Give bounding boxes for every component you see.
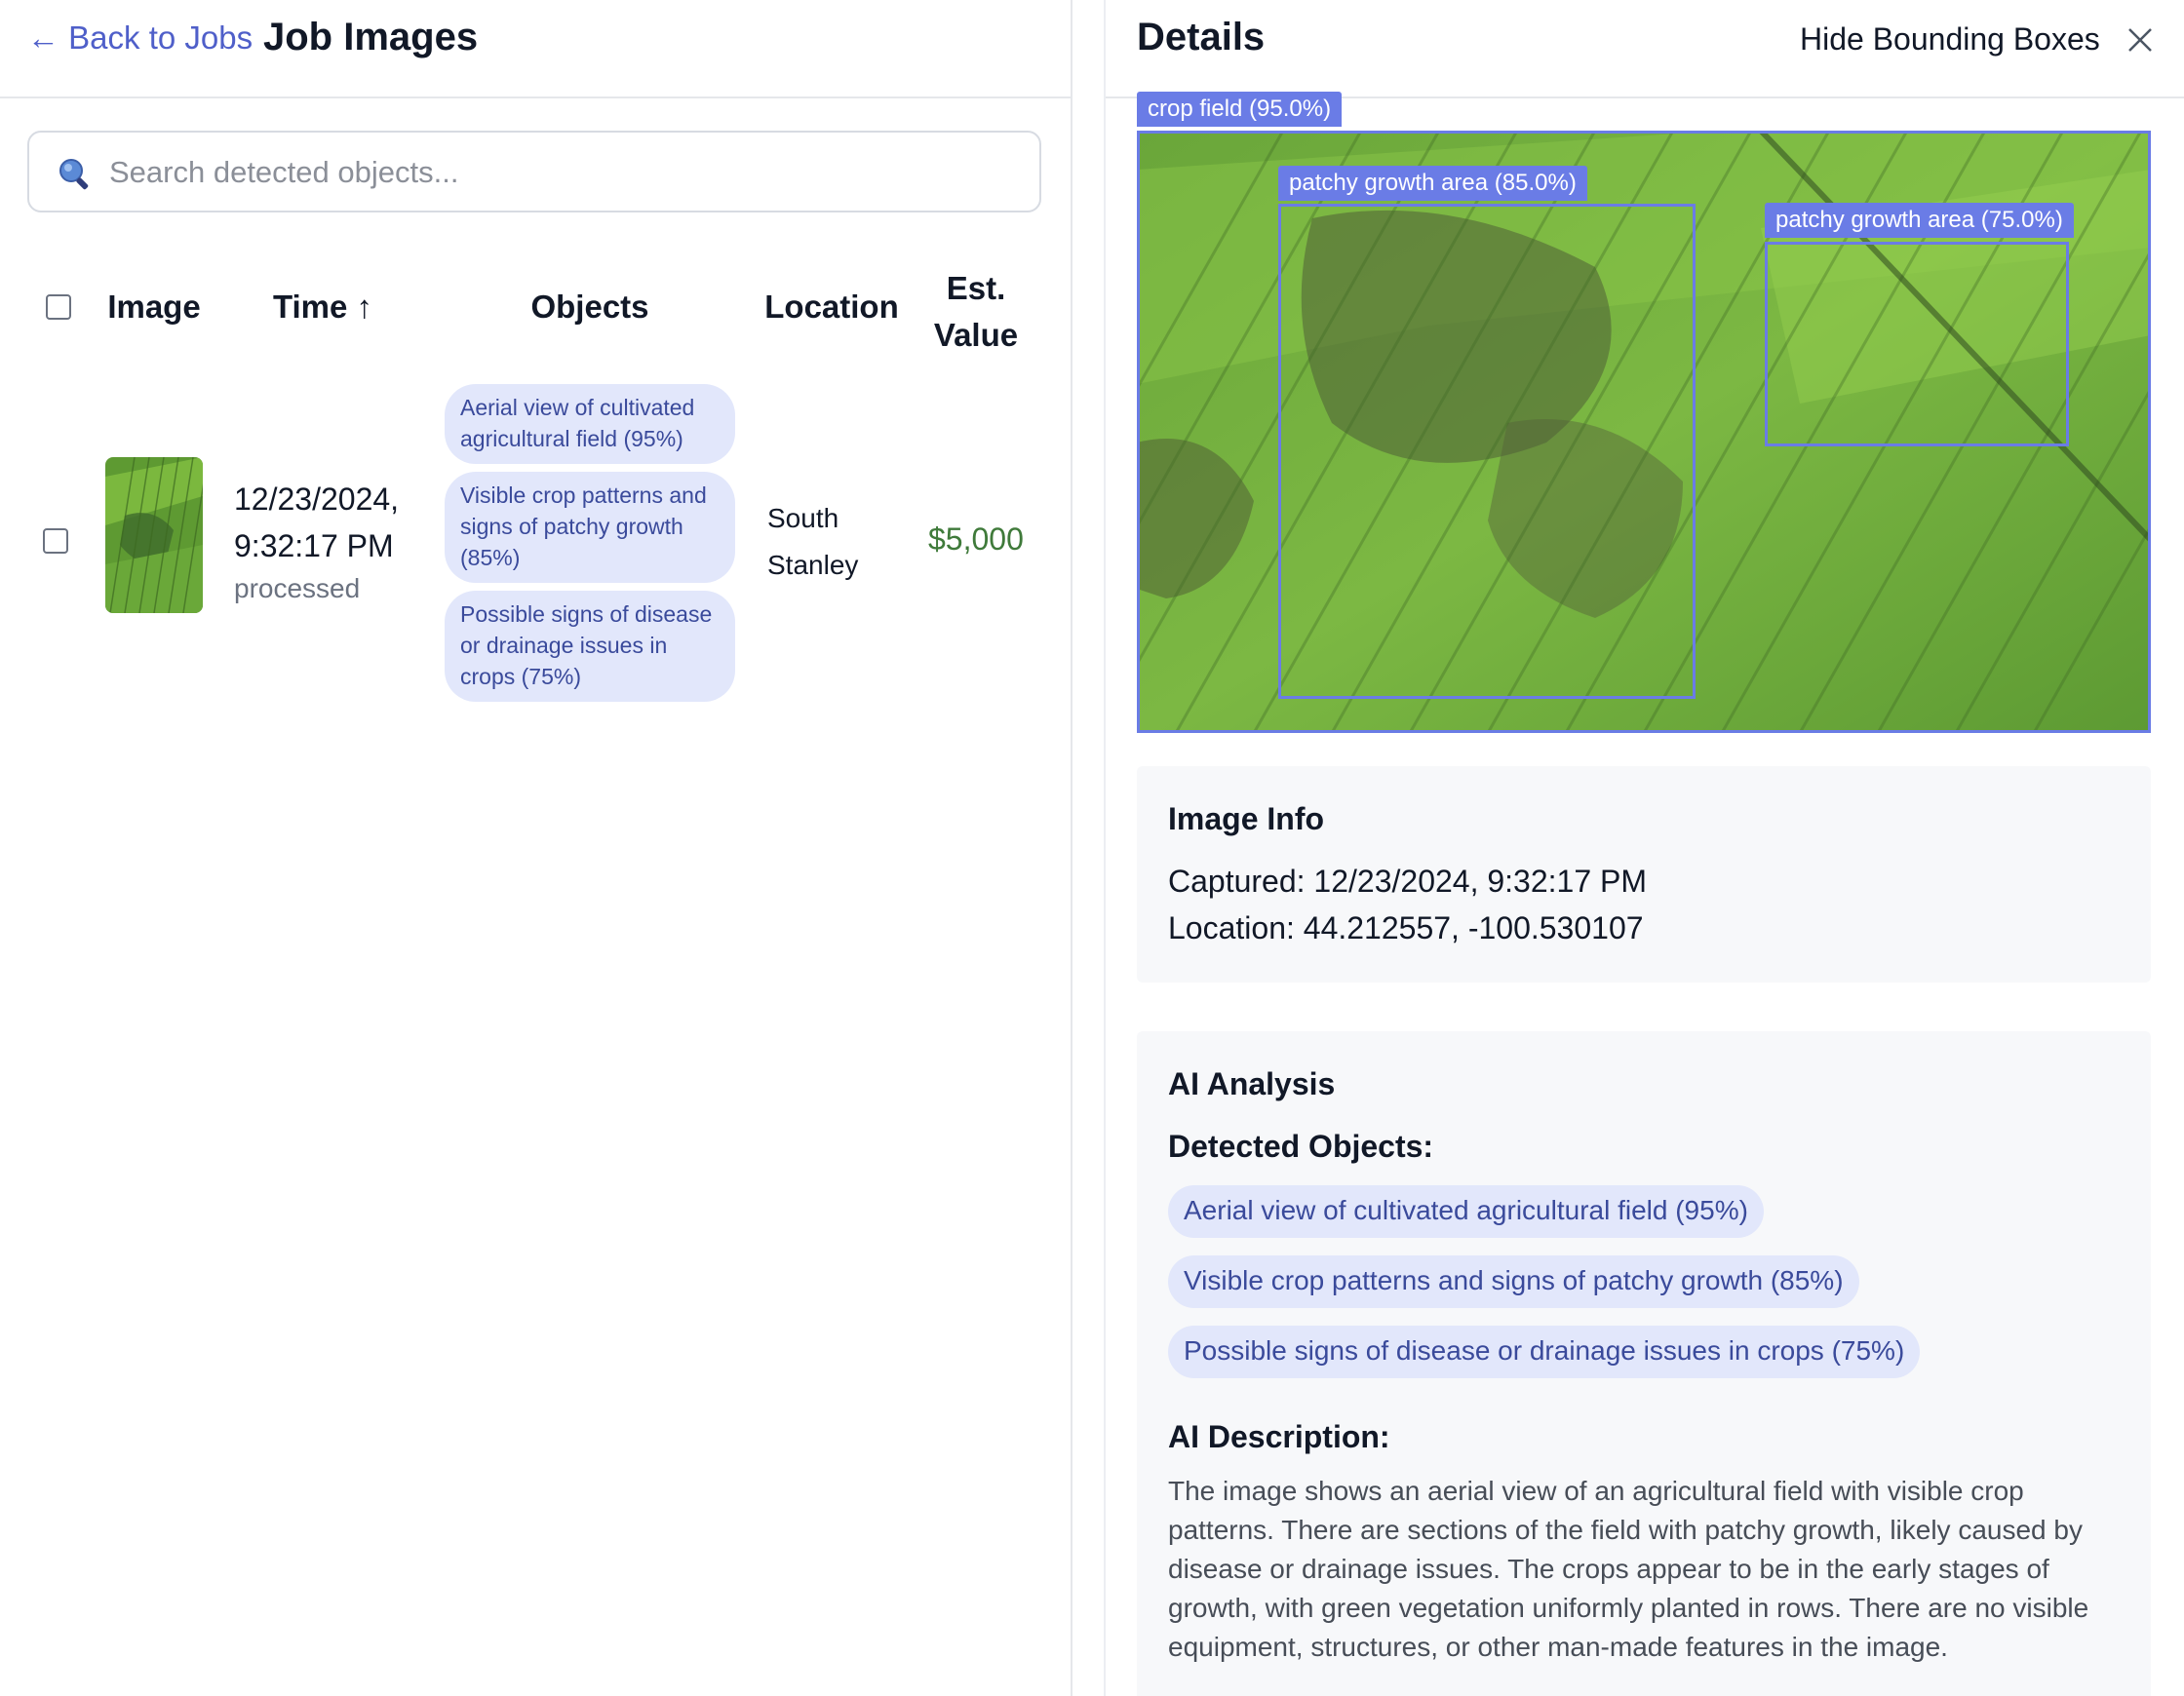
detected-object-tag: Possible signs of disease or drainage is… <box>1168 1326 1921 1378</box>
detected-object-tag: Visible crop patterns and signs of patch… <box>1168 1255 1859 1308</box>
time-date: 12/23/2024, <box>234 482 400 517</box>
ai-description-title: AI Description: <box>1168 1419 1390 1454</box>
est-value: $5,000 <box>928 521 1024 557</box>
column-header-image[interactable]: Image <box>98 289 211 326</box>
object-tag: Possible signs of disease or drainage is… <box>445 591 735 702</box>
details-title: Details <box>1137 16 1266 58</box>
close-icon[interactable] <box>2126 25 2155 55</box>
page-title: Job Images <box>263 16 479 58</box>
row-time: 12/23/2024, 9:32:17 PM processed <box>234 476 399 608</box>
est-value-header-line2: Value <box>933 317 1019 353</box>
location-text: Location: 44.212557, -100.530107 <box>1168 910 1644 945</box>
object-tag: Visible crop patterns and signs of patch… <box>445 472 735 583</box>
back-to-jobs-link[interactable]: ← Back to Jobs <box>27 19 253 57</box>
location-line2: Stanley <box>767 550 859 580</box>
location-line1: South <box>767 503 839 533</box>
detail-image[interactable]: crop field (95.0%) patchy growth area (8… <box>1137 92 2151 733</box>
captured-text: Captured: 12/23/2024, 9:32:17 PM <box>1168 864 1648 899</box>
search-input[interactable] <box>109 144 1016 201</box>
detected-object-tag: Aerial view of cultivated agricultural f… <box>1168 1185 1764 1238</box>
image-info-card: Image Info Captured: 12/23/2024, 9:32:17… <box>1137 766 2151 983</box>
select-all-checkbox[interactable] <box>46 294 71 320</box>
row-checkbox[interactable] <box>43 528 68 554</box>
field-thumbnail-graphic <box>105 457 203 613</box>
status-text: processed <box>234 573 361 603</box>
details-panel: Details Hide Bounding Boxes crop field (… <box>1104 0 2184 1696</box>
bounding-box-label: crop field (95.0%) <box>1137 92 1343 127</box>
bounding-box-label: patchy growth area (85.0%) <box>1278 166 1587 201</box>
ai-analysis-title: AI Analysis <box>1168 1066 1336 1101</box>
column-header-time[interactable]: Time ↑ <box>261 289 384 326</box>
column-header-est-value[interactable]: Est. Value <box>926 265 1026 359</box>
est-value-header-line1: Est. <box>946 270 1006 306</box>
column-header-location[interactable]: Location <box>760 289 903 326</box>
bounding-box-patchy-growth <box>1278 204 1696 699</box>
details-header: Details Hide Bounding Boxes <box>1106 0 2184 98</box>
bounding-box-label: patchy growth area (75.0%) <box>1765 203 2074 238</box>
ai-description-text: The image shows an aerial view of an agr… <box>1168 1476 2089 1662</box>
image-info-title: Image Info <box>1168 801 1325 836</box>
time-header-label: Time ↑ <box>272 289 373 325</box>
job-images-panel: ← Back to Jobs Job Images Image Time ↑ O… <box>0 0 1072 1696</box>
detected-objects-list: Aerial view of cultivated agricultural f… <box>1168 1185 1921 1396</box>
time-clock: 9:32:17 PM <box>234 528 394 563</box>
hide-bounding-boxes-button[interactable]: Hide Bounding Boxes <box>1800 21 2100 58</box>
bounding-box-patchy-growth <box>1765 242 2069 446</box>
image-thumbnail[interactable] <box>105 457 203 613</box>
search-icon <box>59 159 89 190</box>
object-tag: Aerial view of cultivated agricultural f… <box>445 384 735 464</box>
left-header: ← Back to Jobs Job Images <box>0 0 1072 98</box>
detected-objects-title: Detected Objects: <box>1168 1129 1434 1164</box>
search-box[interactable] <box>27 131 1041 212</box>
column-header-objects[interactable]: Objects <box>523 289 657 326</box>
object-tags: Aerial view of cultivated agricultural f… <box>445 384 735 710</box>
row-location: South Stanley <box>767 495 858 589</box>
